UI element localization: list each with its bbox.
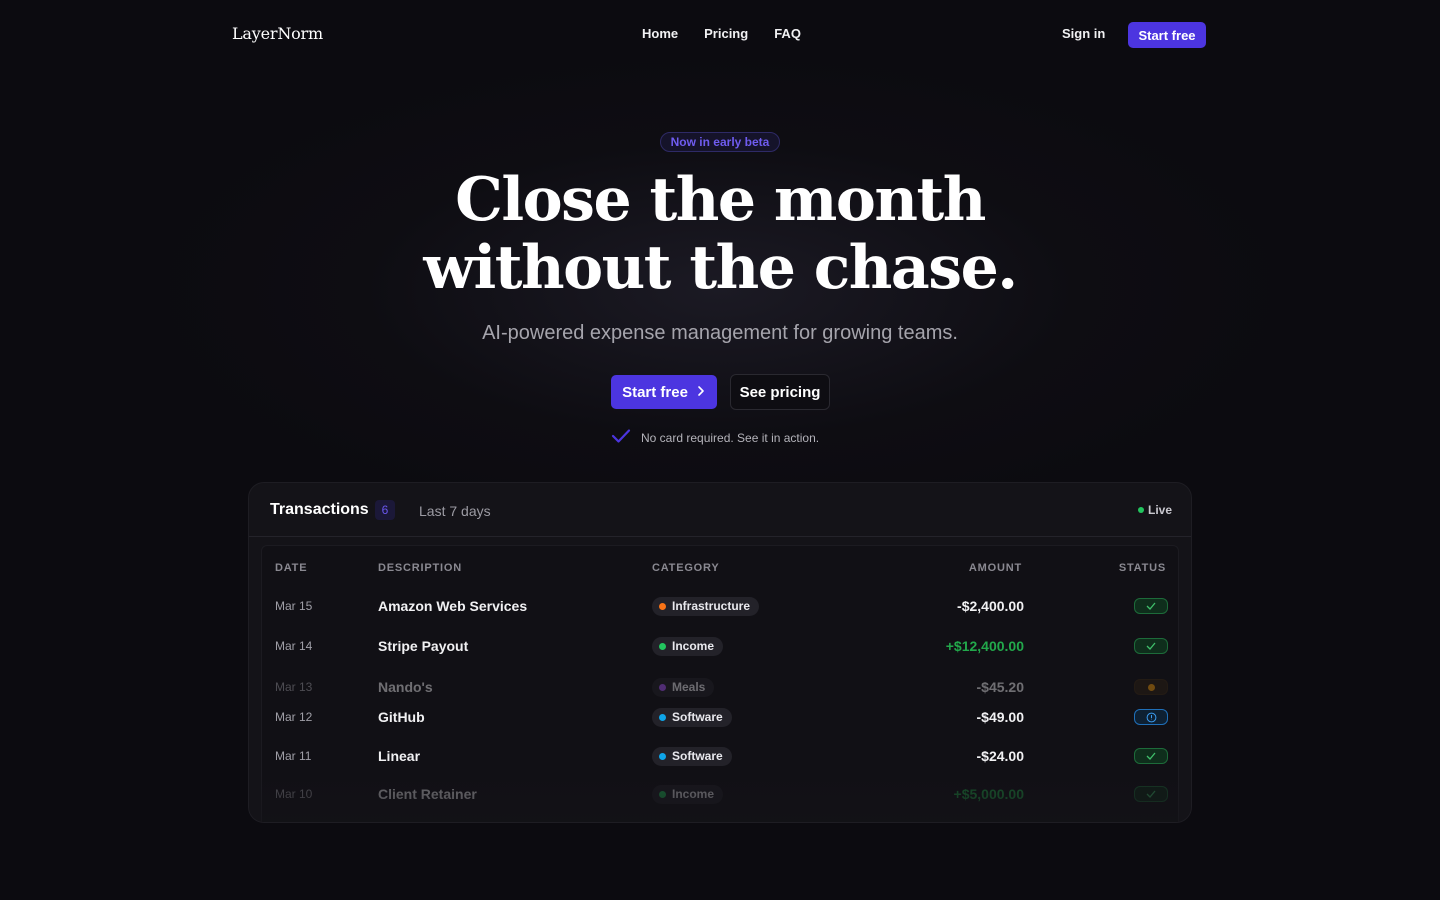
row-description: GitHub — [378, 709, 425, 725]
row-status — [1134, 628, 1168, 664]
row-category: Software — [652, 738, 732, 774]
table-row[interactable]: Mar 12 GitHub Software -$49.00 — [262, 702, 1180, 732]
check-icon — [1134, 638, 1168, 654]
category-pill: Meals — [652, 677, 715, 697]
check-icon — [1134, 748, 1168, 764]
category-dot-icon — [659, 752, 666, 760]
table-row[interactable]: Mar 15 Amazon Web Services Infrastructur… — [262, 588, 1180, 624]
category-dot-icon — [659, 602, 666, 610]
category-pill: Income — [652, 784, 724, 804]
logo[interactable]: LayerNorm — [232, 24, 323, 43]
transactions-title: Transactions — [270, 501, 369, 518]
row-description: Linear — [378, 748, 421, 764]
live-indicator: Live — [1138, 503, 1172, 517]
table-row[interactable]: Mar 10 Client Retainer Income +$5,000.00 — [262, 776, 1180, 812]
row-date: Mar 14 — [275, 639, 313, 653]
category-pill: Infrastructure — [652, 596, 760, 616]
nav-links: Home Pricing FAQ — [642, 26, 801, 41]
row-description: Client Retainer — [378, 786, 477, 802]
info-icon — [1134, 709, 1168, 725]
category-dot-icon — [659, 713, 666, 721]
row-description: Nando's — [378, 679, 433, 695]
category-label: Software — [672, 710, 723, 724]
row-status — [1134, 588, 1168, 624]
row-description: Stripe Payout — [378, 638, 469, 654]
category-dot-icon — [659, 642, 666, 650]
column-header-category: CATEGORY — [652, 562, 720, 574]
row-status — [1134, 776, 1168, 812]
row-date: Mar 11 — [275, 749, 312, 763]
row-amount: -$45.20 — [976, 679, 1024, 695]
nav-start-free-button[interactable]: Start free — [1128, 22, 1206, 48]
row-date: Mar 12 — [275, 710, 313, 724]
no-card-text: No card required. See it in action. — [641, 430, 820, 445]
row-amount: +$5,000.00 — [953, 786, 1024, 802]
column-header-status: STATUS — [1118, 562, 1166, 574]
row-category: Income — [652, 628, 724, 664]
row-description: Amazon Web Services — [378, 598, 528, 614]
row-amount: -$49.00 — [976, 709, 1024, 725]
table-row[interactable]: Mar 13 Nando's Meals -$45.20 — [262, 672, 1180, 702]
hero-start-free-button[interactable]: Start free — [611, 375, 717, 409]
category-label: Income — [672, 787, 715, 801]
transactions-card: Transactions 6 Last 7 days Live DATE DES… — [248, 482, 1192, 823]
category-pill: Software — [652, 746, 732, 766]
transactions-header: Transactions 6 Last 7 days Live — [249, 483, 1191, 537]
nav-link-pricing[interactable]: Pricing — [704, 26, 748, 41]
date-range-label: Last 7 days — [419, 503, 491, 519]
row-status — [1134, 738, 1168, 774]
no-card-note: No card required. See it in action. — [611, 428, 819, 447]
row-amount: -$2,400.00 — [957, 598, 1024, 614]
row-date: Mar 10 — [275, 787, 313, 801]
category-label: Infrastructure — [672, 599, 751, 613]
hero-start-free-label: Start free — [622, 383, 688, 401]
row-category: Meals — [652, 672, 715, 702]
column-header-date: DATE — [275, 562, 308, 574]
transactions-count-badge: 6 — [375, 500, 395, 520]
row-date: Mar 13 — [275, 680, 313, 694]
see-pricing-button[interactable]: See pricing — [730, 374, 830, 410]
chevron-right-icon — [696, 384, 706, 401]
nav-link-faq[interactable]: FAQ — [774, 26, 801, 41]
nav-link-home[interactable]: Home — [642, 26, 678, 41]
category-label: Income — [672, 639, 715, 653]
transactions-table: DATE DESCRIPTION CATEGORY AMOUNT STATUS … — [261, 545, 1180, 822]
row-status — [1134, 672, 1168, 702]
row-category: Income — [652, 776, 724, 812]
category-label: Meals — [672, 680, 706, 694]
pending-dot-icon — [1134, 679, 1168, 695]
row-amount: -$24.00 — [976, 748, 1024, 764]
column-header-amount: AMOUNT — [968, 562, 1022, 574]
hero-headline: Close the month without the chase. — [360, 166, 1080, 302]
hero-subhead: AI-powered expense management for growin… — [482, 322, 958, 344]
headline-line-1: Close the month — [455, 165, 986, 235]
row-status — [1134, 702, 1168, 732]
headline-line-2: without the chase. — [423, 233, 1018, 303]
row-category: Software — [652, 702, 732, 732]
category-dot-icon — [659, 683, 666, 691]
category-pill: Income — [652, 636, 724, 656]
category-dot-icon — [659, 790, 666, 798]
check-icon — [1134, 786, 1168, 802]
table-row[interactable]: Mar 14 Stripe Payout Income +$12,400.00 — [262, 628, 1180, 664]
top-nav: LayerNorm Home Pricing FAQ Sign in Start… — [0, 0, 1440, 70]
live-dot-icon — [1138, 507, 1144, 513]
column-header-description: DESCRIPTION — [378, 562, 462, 574]
check-icon — [1134, 598, 1168, 614]
row-amount: +$12,400.00 — [945, 638, 1024, 654]
category-label: Software — [672, 749, 723, 763]
beta-badge: Now in early beta — [660, 132, 780, 152]
live-label: Live — [1148, 503, 1173, 517]
check-icon — [611, 428, 631, 447]
table-row[interactable]: Mar 11 Linear Software -$24.00 — [262, 738, 1180, 774]
row-date: Mar 15 — [275, 599, 313, 613]
sign-in-link[interactable]: Sign in — [1062, 26, 1105, 41]
category-pill: Software — [652, 707, 732, 727]
row-category: Infrastructure — [652, 588, 760, 624]
